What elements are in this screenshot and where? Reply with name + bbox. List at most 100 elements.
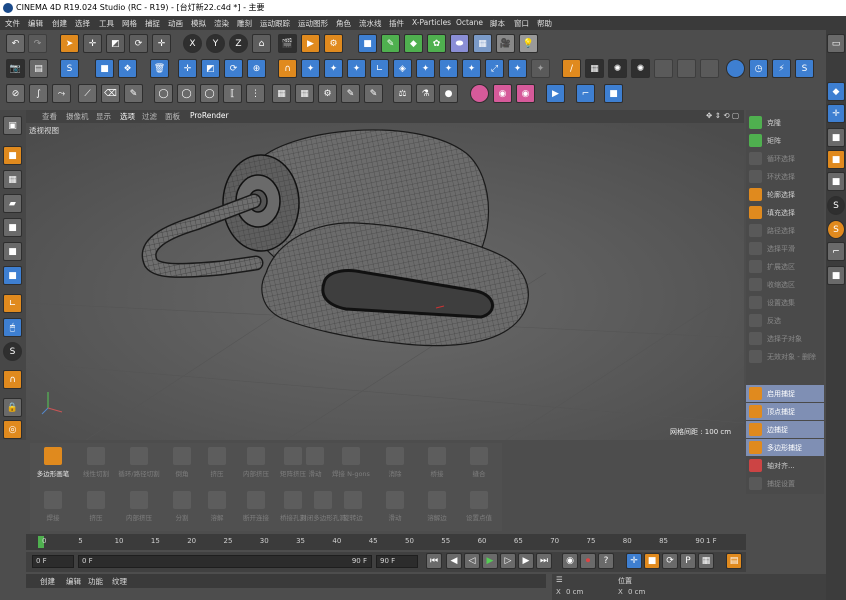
key-position-icon[interactable]: ✛ [626, 553, 642, 569]
viewport-menu-view[interactable]: 查看 [42, 111, 57, 122]
snap-6-icon[interactable]: ✦ [416, 59, 435, 78]
viewport-menu-display[interactable]: 显示 [96, 111, 111, 122]
shrink-selection-command[interactable]: 收缩选区 [746, 276, 824, 293]
menu-mesh[interactable]: 网格 [122, 18, 137, 29]
timeline-end-frame[interactable]: 1 F [706, 537, 717, 545]
weld-ngons-tool[interactable]: 焊接 N-gons [328, 443, 374, 485]
script-s2-icon[interactable]: S [795, 59, 814, 78]
menu-x-particles[interactable]: X-Particles [412, 18, 451, 27]
menu-snap[interactable]: 捕捉 [145, 18, 160, 29]
points-mode-icon[interactable]: ■ [3, 218, 22, 237]
planar-icon[interactable]: ◎ [3, 420, 22, 439]
soft-selection-icon[interactable]: S [3, 342, 22, 361]
frame-range-slider[interactable]: 0 F 90 F [78, 555, 372, 568]
play-blue-icon[interactable]: ▶ [546, 84, 565, 103]
fill-selection-command[interactable]: 填充选择 [746, 204, 824, 221]
flask-icon[interactable]: ⚗ [416, 84, 435, 103]
extrude-inner-tool-2[interactable]: 内部挤压 [116, 487, 162, 529]
render-view-icon[interactable]: 🎬 [278, 34, 297, 53]
select-live-icon[interactable]: ➤ [60, 34, 79, 53]
loop-selection-command[interactable]: 循环选择 [746, 150, 824, 167]
delete-icon[interactable]: 🗑 [150, 59, 169, 78]
box-icon[interactable]: ■ [604, 84, 623, 103]
menu-select[interactable]: 选择 [75, 18, 90, 29]
menu-render[interactable]: 渲染 [214, 18, 229, 29]
render-picture-viewer-icon[interactable]: ▶ [301, 34, 320, 53]
rotate-icon[interactable]: ⟳ [129, 34, 148, 53]
step-back-icon[interactable]: ◁ [464, 553, 480, 569]
play-icon[interactable]: ▶ [482, 553, 498, 569]
x-position-value[interactable]: 0 cm [566, 588, 583, 596]
delete-null-command[interactable]: 无效对象 - 删除 [746, 348, 824, 365]
previous-key-icon[interactable]: ◀ [446, 553, 462, 569]
tab-create[interactable]: 创建 [40, 576, 55, 587]
menu-window[interactable]: 窗口 [514, 18, 529, 29]
stitch-tool[interactable]: 缝合 [456, 443, 502, 485]
vertex-snap-command[interactable]: 顶点捕捉 [746, 403, 824, 420]
snap-3-icon[interactable]: ✦ [347, 59, 366, 78]
object-mode-icon[interactable]: ■ [3, 146, 22, 165]
viewport-menu-camera[interactable]: 摄像机 [66, 111, 89, 122]
y-axis-icon[interactable]: Y [206, 34, 225, 53]
snap-11-icon[interactable]: ✦ [531, 59, 550, 78]
scale-blue-icon[interactable]: ◩ [201, 59, 220, 78]
weld-tool[interactable]: 焊接 [30, 487, 76, 529]
gear-mesh-icon[interactable]: ⚙ [318, 84, 337, 103]
snap-settings-command[interactable]: 捕捉设置 [746, 475, 824, 492]
snap-9-icon[interactable]: ⤢ [485, 59, 504, 78]
menu-tools[interactable]: 工具 [99, 18, 114, 29]
s-orange-icon[interactable]: S [827, 220, 845, 239]
cube-3-icon[interactable]: ■ [827, 266, 845, 285]
snap-4-icon[interactable]: ∟ [370, 59, 389, 78]
subdivision-surface-icon[interactable]: ◆ [404, 34, 423, 53]
pen-spline-icon[interactable]: ✎ [381, 34, 400, 53]
x-scale-value[interactable]: 0 cm [628, 588, 645, 596]
weight-icon[interactable]: ⚖ [393, 84, 412, 103]
step-forward-icon[interactable]: ▷ [500, 553, 516, 569]
key-rotation-icon[interactable]: ⟳ [662, 553, 678, 569]
menu-edit[interactable]: 编辑 [28, 18, 43, 29]
disabled-2-icon[interactable] [677, 59, 696, 78]
pipe-icon[interactable]: ⌐ [576, 84, 595, 103]
menu-script[interactable]: 脚本 [490, 18, 505, 29]
redo-icon[interactable]: ↷ [28, 34, 47, 53]
dissolve-tool[interactable]: 消除 [372, 443, 418, 485]
viewport-menu-filter[interactable]: 过滤 [142, 111, 157, 122]
axis-mode-icon[interactable]: ✛ [827, 104, 845, 123]
path-icon[interactable]: ⤳ [52, 84, 71, 103]
menu-file[interactable]: 文件 [5, 18, 20, 29]
tab-edit[interactable]: 编辑 [66, 576, 81, 587]
floor-icon[interactable]: ▦ [473, 34, 492, 53]
edge-snap-command[interactable]: 边捕捉 [746, 421, 824, 438]
pen-edit-icon[interactable]: ✎ [341, 84, 360, 103]
lock-workplane-icon[interactable]: 🔒 [3, 398, 22, 417]
start-frame-field[interactable]: 0 F [32, 555, 74, 568]
menu-plugins[interactable]: 插件 [389, 18, 404, 29]
set-selection-command[interactable]: 设置选集 [746, 294, 824, 311]
snap-1-icon[interactable]: ✦ [301, 59, 320, 78]
outline-selection-command[interactable]: 轮廓选择 [746, 186, 824, 203]
enable-snapping-command[interactable]: 启用捕捉 [746, 385, 824, 402]
loop-2-icon[interactable]: ◯ [177, 84, 196, 103]
make-editable-icon[interactable]: ❖ [118, 59, 137, 78]
dots-icon[interactable]: ⋮ [246, 84, 265, 103]
x-axis-icon[interactable]: X [183, 34, 202, 53]
rotate-blue-icon[interactable]: ⟳ [224, 59, 243, 78]
dissolve-edge-tool[interactable]: 溶解边 [414, 487, 460, 529]
camera-icon[interactable]: 🎥 [496, 34, 515, 53]
menu-sculpt[interactable]: 雕刻 [237, 18, 252, 29]
s-icon[interactable]: S [827, 196, 845, 215]
sphere-icon[interactable] [726, 59, 745, 78]
loop-path-cut-tool[interactable]: 循环/路径切割 [116, 443, 162, 485]
record-keys-icon[interactable]: ◉ [562, 553, 578, 569]
script-s-icon[interactable]: S [60, 59, 79, 78]
eraser-icon[interactable]: ⌫ [101, 84, 120, 103]
polygon-pen-tool[interactable]: 多边形画笔 [30, 443, 76, 485]
mesh-check-icon[interactable]: ⊘ [6, 84, 25, 103]
extrude-tool-2[interactable]: 挤压 [73, 487, 119, 529]
go-to-end-icon[interactable]: ⏭ [536, 553, 552, 569]
magnet-icon[interactable]: ∩ [278, 59, 297, 78]
key-pla-icon[interactable]: ▦ [698, 553, 714, 569]
menu-pipeline[interactable]: 流水线 [359, 18, 382, 29]
tweak-icon[interactable]: 🖱 [3, 318, 22, 337]
